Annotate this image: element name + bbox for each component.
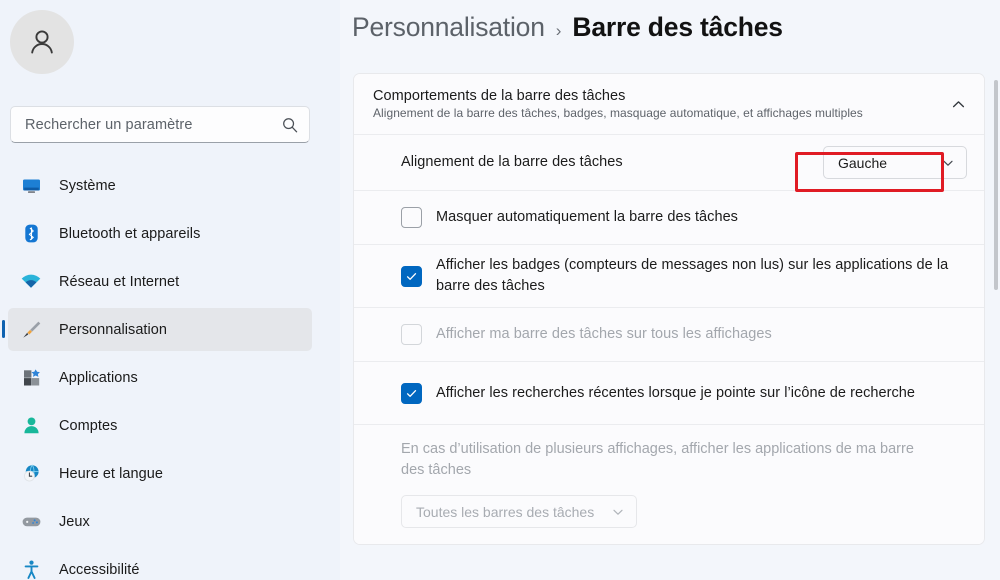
gamepad-icon: [20, 511, 42, 533]
clock-globe-icon: [20, 463, 42, 485]
page-title: Barre des tâches: [572, 12, 783, 42]
sidebar-item-label: Comptes: [59, 417, 118, 434]
breadcrumb: Personnalisation › Barre des tâches: [352, 12, 783, 43]
search-icon: [281, 116, 299, 134]
sidebar: Rechercher un paramètre Système Bluetoot…: [0, 0, 340, 580]
sidebar-nav: Système Bluetooth et appareils Réseau et…: [2, 164, 312, 580]
checkbox-show-recent-searches[interactable]: [401, 382, 422, 404]
row-label: Afficher les badges (compteurs de messag…: [436, 257, 949, 294]
sidebar-item-label: Accessibilité: [59, 561, 140, 578]
chevron-down-icon: [611, 505, 625, 519]
search-input[interactable]: Rechercher un paramètre: [10, 106, 310, 143]
dropdown-value: Toutes les barres des tâches: [416, 503, 595, 520]
chevron-up-icon[interactable]: [950, 96, 967, 113]
row-taskbar-alignment: Alignement de la barre des tâches Gauche: [354, 134, 984, 190]
breadcrumb-separator-icon: ›: [555, 21, 562, 40]
user-avatar-icon: [10, 10, 74, 74]
multiple-displays-dropdown: Toutes les barres des tâches: [401, 495, 637, 529]
search-placeholder: Rechercher un paramètre: [25, 116, 193, 133]
sidebar-item-comptes[interactable]: Comptes: [8, 404, 312, 447]
row-show-badges[interactable]: Afficher les badges (compteurs de messag…: [354, 244, 984, 307]
dropdown-value: Gauche: [838, 154, 888, 171]
breadcrumb-parent-link[interactable]: Personnalisation: [352, 12, 545, 43]
sidebar-item-label: Personnalisation: [59, 321, 168, 338]
sidebar-item-jeux[interactable]: Jeux: [8, 500, 312, 543]
taskbar-alignment-dropdown[interactable]: Gauche: [823, 146, 967, 179]
row-label: Afficher les recherches récentes lorsque…: [436, 384, 916, 401]
checkbox-show-taskbar-all-displays: [401, 324, 422, 345]
sidebar-item-label: Bluetooth et appareils: [59, 225, 201, 242]
sidebar-item-label: Applications: [59, 369, 138, 386]
sidebar-item-accessibilite[interactable]: Accessibilité: [8, 548, 312, 580]
chevron-down-icon: [941, 156, 955, 170]
card-subtitle: Alignement de la barre des tâches, badge…: [373, 106, 863, 120]
wifi-icon: [20, 271, 42, 293]
sidebar-item-personnalisation[interactable]: Personnalisation: [2, 308, 312, 351]
taskbar-behaviors-card: Comportements de la barre des tâches Ali…: [353, 73, 985, 546]
row-label: Afficher ma barre des tâches sur tous le…: [436, 326, 772, 343]
multiple-displays-description: En cas d’utilisation de plusieurs affich…: [401, 441, 914, 479]
account-icon: [20, 415, 42, 437]
row-label: Masquer automatiquement la barre des tâc…: [436, 209, 738, 226]
scrollbar-thumb[interactable]: [994, 80, 998, 290]
card-title: Comportements de la barre des tâches: [373, 88, 626, 104]
sidebar-item-label: Système: [59, 177, 116, 194]
checkbox-auto-hide-taskbar[interactable]: [401, 207, 422, 228]
row-label: Alignement de la barre des tâches: [401, 154, 623, 171]
card-header-texts: Comportements de la barre des tâches Ali…: [373, 88, 950, 120]
card-header-expander[interactable]: Comportements de la barre des tâches Ali…: [354, 74, 984, 134]
bluetooth-icon: [20, 223, 42, 245]
row-show-recent-searches[interactable]: Afficher les recherches récentes lorsque…: [354, 361, 984, 424]
sidebar-item-label: Heure et langue: [59, 465, 163, 482]
sidebar-item-heure-et-langue[interactable]: Heure et langue: [8, 452, 312, 495]
settings-window: Rechercher un paramètre Système Bluetoot…: [0, 0, 1000, 580]
sidebar-item-label: Jeux: [59, 513, 90, 530]
paintbrush-icon: [20, 319, 42, 341]
accessibility-icon: [20, 559, 42, 580]
row-show-taskbar-all-displays: Afficher ma barre des tâches sur tous le…: [354, 307, 984, 361]
main-content: Personnalisation › Barre des tâches Comp…: [340, 0, 1000, 580]
sidebar-item-reseau-et-internet[interactable]: Réseau et Internet: [8, 260, 312, 303]
row-auto-hide-taskbar[interactable]: Masquer automatiquement la barre des tâc…: [354, 190, 984, 244]
apps-icon: [20, 367, 42, 389]
avatar[interactable]: [10, 10, 74, 74]
checkbox-show-badges[interactable]: [401, 265, 422, 287]
sidebar-item-applications[interactable]: Applications: [8, 356, 312, 399]
sidebar-item-label: Réseau et Internet: [59, 273, 180, 290]
monitor-icon: [20, 175, 42, 197]
sidebar-item-systeme[interactable]: Système: [8, 164, 312, 207]
sidebar-item-bluetooth-et-appareils[interactable]: Bluetooth et appareils: [8, 212, 312, 255]
row-multiple-displays: En cas d’utilisation de plusieurs affich…: [354, 424, 984, 545]
